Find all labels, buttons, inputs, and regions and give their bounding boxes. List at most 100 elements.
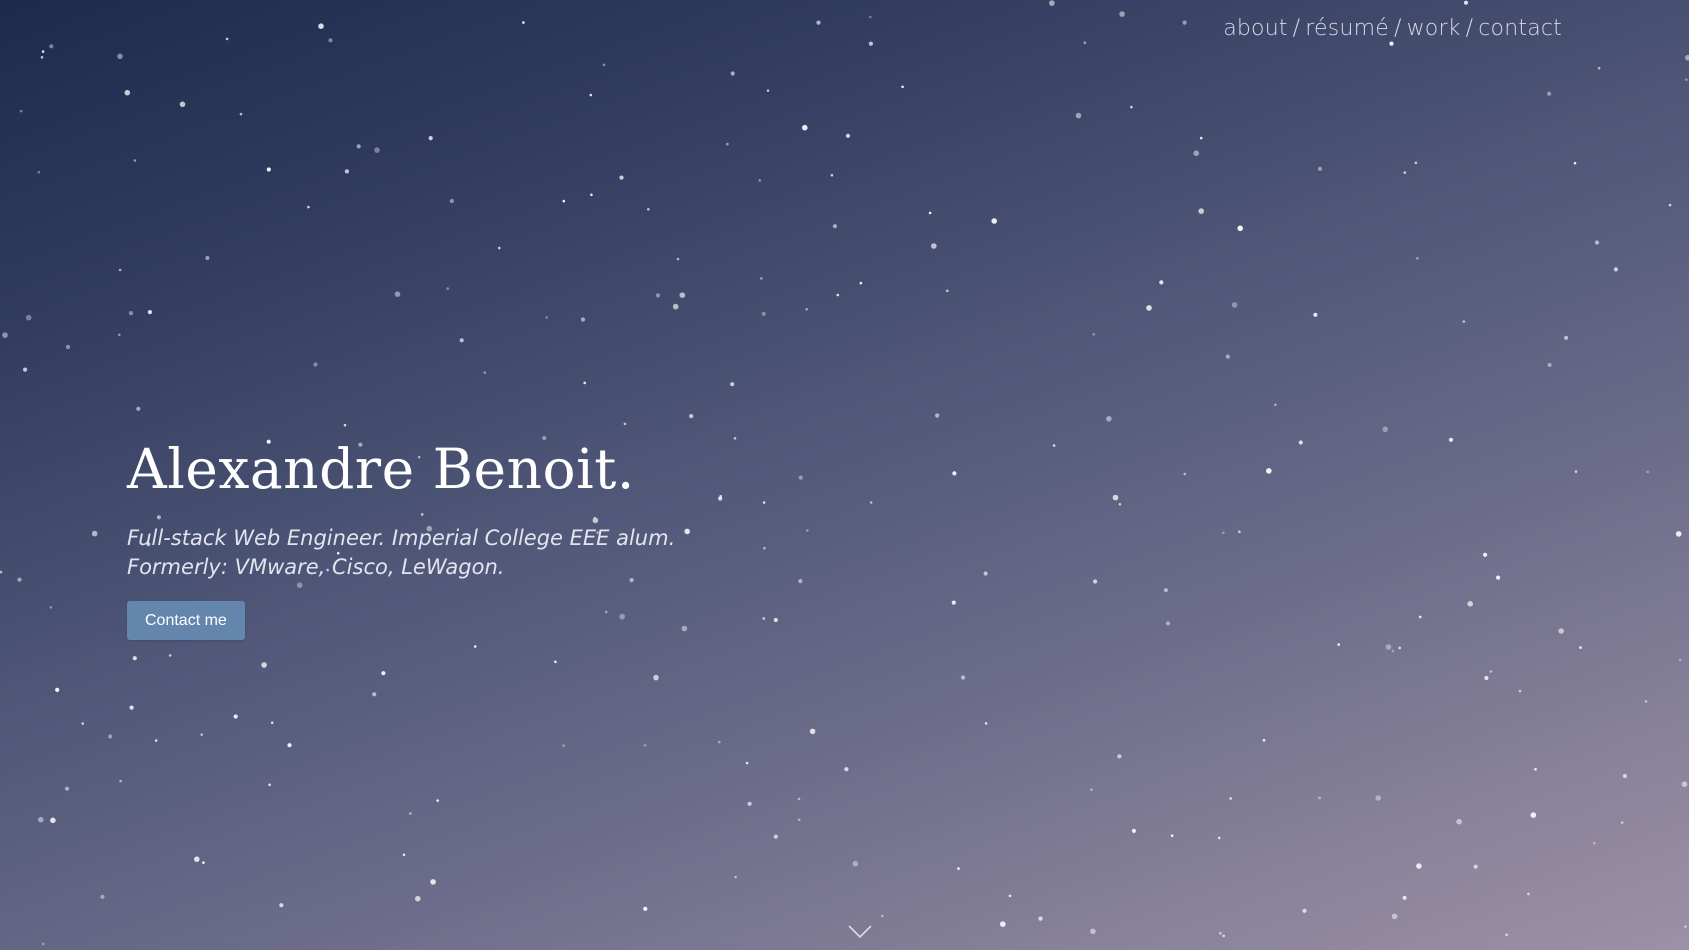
star xyxy=(1198,208,1204,214)
star xyxy=(100,894,105,899)
star xyxy=(960,675,966,680)
star xyxy=(1219,931,1222,935)
star xyxy=(1119,11,1125,17)
star xyxy=(108,734,113,739)
star xyxy=(868,41,874,46)
star xyxy=(1237,225,1243,232)
star xyxy=(554,660,557,664)
star xyxy=(797,818,801,822)
star xyxy=(25,314,32,321)
star xyxy=(1146,305,1152,311)
star xyxy=(1182,20,1187,25)
star xyxy=(1229,797,1232,800)
star xyxy=(1038,916,1043,921)
star xyxy=(49,606,53,609)
star xyxy=(1313,312,1318,317)
star xyxy=(239,112,243,116)
star xyxy=(869,15,872,19)
star xyxy=(562,744,565,747)
star xyxy=(1483,552,1488,557)
star xyxy=(852,860,859,867)
nav-link-resume[interactable]: résumé xyxy=(1305,16,1389,41)
star xyxy=(1382,426,1388,433)
star xyxy=(655,293,661,298)
star xyxy=(1678,658,1682,662)
star xyxy=(1118,503,1122,506)
star xyxy=(679,292,686,299)
star xyxy=(836,293,840,297)
star xyxy=(1391,649,1395,653)
star xyxy=(266,167,271,172)
star xyxy=(1391,913,1398,920)
star xyxy=(318,23,324,30)
star xyxy=(1049,0,1055,6)
star xyxy=(1489,670,1493,673)
star xyxy=(179,101,186,108)
star xyxy=(1389,41,1394,46)
star xyxy=(730,71,735,76)
star xyxy=(50,817,56,824)
star xyxy=(1298,440,1303,445)
star xyxy=(459,338,464,343)
star xyxy=(859,281,863,285)
star xyxy=(1052,444,1056,447)
star xyxy=(132,656,137,661)
star xyxy=(1530,812,1537,818)
star xyxy=(1484,675,1489,681)
star xyxy=(1000,921,1006,927)
star xyxy=(726,142,729,146)
star xyxy=(1302,908,1307,913)
top-navigation: about / résumé / work / contact xyxy=(1223,16,1562,41)
star xyxy=(1668,203,1672,207)
star xyxy=(1448,437,1454,442)
star xyxy=(1112,494,1119,501)
star xyxy=(1238,530,1241,533)
star xyxy=(589,93,593,97)
star xyxy=(1613,267,1618,272)
nav-link-about[interactable]: about xyxy=(1223,16,1287,41)
star xyxy=(1496,575,1501,580)
star xyxy=(760,277,763,280)
star xyxy=(202,861,205,864)
star xyxy=(1131,828,1136,834)
star xyxy=(1564,335,1569,340)
star xyxy=(42,942,45,946)
nav-link-work[interactable]: work xyxy=(1407,16,1461,41)
star xyxy=(1008,894,1012,898)
star xyxy=(1093,579,1098,584)
star xyxy=(129,705,134,710)
star xyxy=(402,853,406,857)
star xyxy=(1416,863,1422,869)
star xyxy=(428,136,433,141)
star xyxy=(928,211,932,215)
nav-link-contact[interactable]: contact xyxy=(1478,16,1562,41)
star xyxy=(1418,615,1422,619)
star xyxy=(1558,628,1564,634)
star xyxy=(745,761,749,765)
star xyxy=(881,914,884,918)
star xyxy=(583,381,586,385)
star xyxy=(119,779,122,783)
star xyxy=(19,109,23,113)
star xyxy=(473,645,477,648)
chevron-down-icon[interactable] xyxy=(848,924,872,940)
star xyxy=(1620,821,1624,824)
star xyxy=(449,198,454,204)
nav-separator: / xyxy=(1465,16,1474,41)
hero-tagline: Full-stack Web Engineer. Imperial Colleg… xyxy=(127,524,827,582)
star xyxy=(1402,895,1407,900)
star xyxy=(761,311,766,316)
star xyxy=(619,175,624,180)
star xyxy=(1403,171,1407,174)
contact-me-button[interactable]: Contact me xyxy=(127,601,245,640)
star xyxy=(118,268,122,272)
star xyxy=(766,89,770,92)
star xyxy=(1375,795,1381,801)
star xyxy=(1416,257,1419,260)
star xyxy=(91,530,98,537)
star xyxy=(957,867,960,870)
star xyxy=(1090,788,1093,791)
star xyxy=(1225,354,1230,359)
star xyxy=(343,423,347,427)
star xyxy=(522,21,525,24)
